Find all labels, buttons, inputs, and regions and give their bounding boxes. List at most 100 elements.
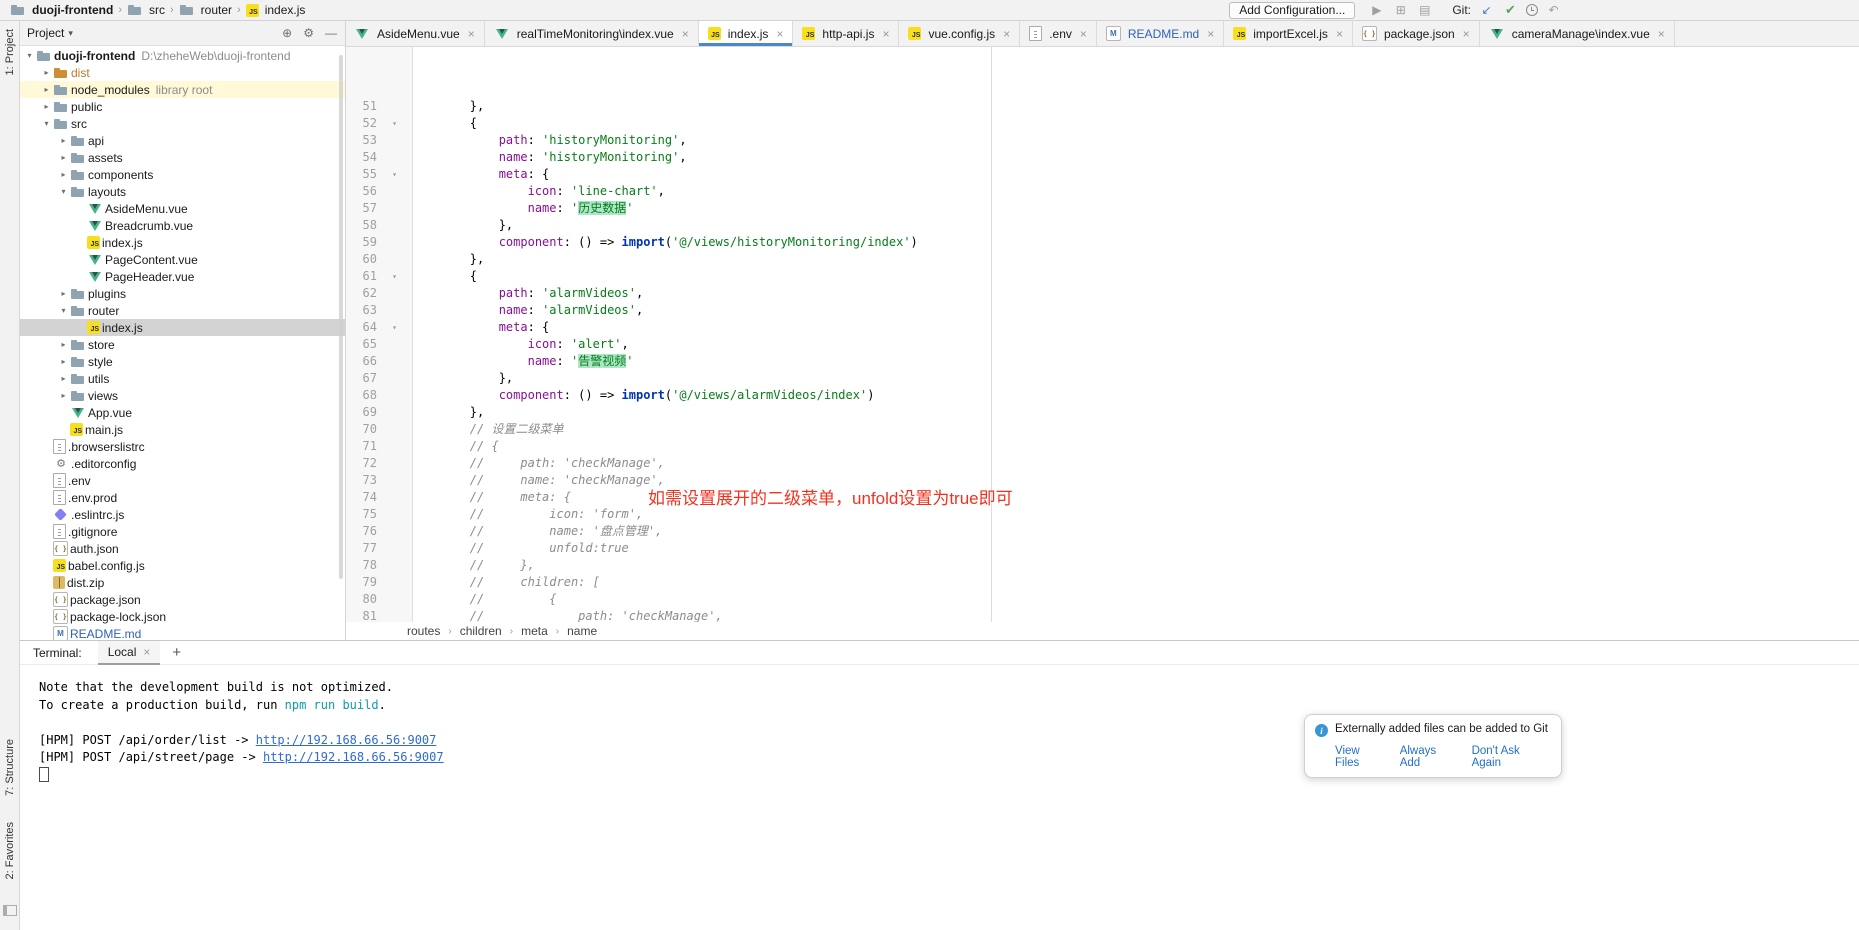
tree-row[interactable]: ▸assets [19, 149, 345, 166]
tree-row[interactable]: dist.zip [19, 574, 345, 591]
tab-close-icon[interactable]: × [776, 27, 783, 41]
editor-tab[interactable]: package.json× [1353, 21, 1480, 46]
editor-tab[interactable]: importExcel.js× [1224, 21, 1353, 46]
editor-tab[interactable]: vue.config.js× [899, 21, 1020, 46]
fold-icon[interactable]: ▾ [377, 319, 412, 336]
tree-chevron-icon[interactable]: ▾ [40, 119, 53, 128]
tree-row[interactable]: ▸store [19, 336, 345, 353]
editor-tab[interactable]: AsideMenu.vue× [345, 21, 485, 46]
tree-row[interactable]: ▾router [19, 302, 345, 319]
tree-chevron-icon[interactable]: ▾ [57, 187, 70, 196]
tree-row[interactable]: PageContent.vue [19, 251, 345, 268]
tree-row[interactable]: ▸components [19, 166, 345, 183]
terminal-output[interactable]: Note that the development build is not o… [19, 665, 1859, 930]
tree-row[interactable]: .browserslistrc [19, 438, 345, 455]
tree-row[interactable]: PageHeader.vue [19, 268, 345, 285]
tree-row[interactable]: package-lock.json [19, 608, 345, 625]
editor-tab[interactable]: cameraManage\index.vue× [1480, 21, 1675, 46]
tree-row[interactable]: ▾layouts [19, 183, 345, 200]
close-icon[interactable]: × [143, 645, 150, 659]
tree-row[interactable]: ▸public [19, 98, 345, 115]
breadcrumb-item[interactable]: name [567, 624, 597, 638]
tree-chevron-icon[interactable]: ▸ [57, 136, 70, 145]
notification-action[interactable]: Always Add [1400, 745, 1459, 769]
breadcrumb-item[interactable]: meta [521, 624, 548, 638]
tab-close-icon[interactable]: × [1207, 27, 1214, 41]
tree-row[interactable]: ▸style [19, 353, 345, 370]
fold-icon[interactable]: ▾ [377, 115, 412, 132]
tab-close-icon[interactable]: × [682, 27, 689, 41]
structure-stripe-button[interactable]: 7: Structure [4, 739, 16, 796]
tree-row[interactable]: package.json [19, 591, 345, 608]
tree-chevron-icon[interactable]: ▸ [57, 153, 70, 162]
run-icon[interactable]: ▶ [1368, 3, 1385, 17]
editor-tab[interactable]: index.js× [699, 21, 794, 46]
fold-icon[interactable]: ▾ [377, 268, 412, 285]
tool-window-switcher-icon[interactable] [3, 905, 17, 916]
tree-row[interactable]: ▸views [19, 387, 345, 404]
terminal-tab-local[interactable]: Local × [98, 641, 161, 665]
breadcrumb-item[interactable]: src [125, 3, 167, 17]
fold-icon[interactable]: ▾ [377, 166, 412, 183]
tree-row[interactable]: babel.config.js [19, 557, 345, 574]
build-icon[interactable]: ⊞ [1392, 3, 1409, 17]
tree-row[interactable]: AsideMenu.vue [19, 200, 345, 217]
tree-chevron-icon[interactable]: ▸ [40, 68, 53, 77]
tree-row[interactable]: index.js [19, 319, 345, 336]
tab-close-icon[interactable]: × [1463, 27, 1470, 41]
tree-chevron-icon[interactable]: ▸ [57, 357, 70, 366]
tree-chevron-icon[interactable]: ▸ [57, 391, 70, 400]
breadcrumb-item[interactable]: children [460, 624, 502, 638]
editor-tab[interactable]: README.md× [1097, 21, 1224, 46]
git-commit-icon[interactable]: ✔ [1502, 2, 1519, 18]
tab-close-icon[interactable]: × [1658, 27, 1665, 41]
settings-icon[interactable]: ⚙ [303, 26, 314, 40]
tree-chevron-icon[interactable]: ▾ [57, 306, 70, 315]
project-panel-title[interactable]: Project [27, 26, 64, 40]
tree-row[interactable]: ▸node_moduleslibrary root [19, 81, 345, 98]
tree-row[interactable]: main.js [19, 421, 345, 438]
history-icon[interactable] [1526, 4, 1538, 16]
terminal-cursor[interactable] [39, 767, 49, 782]
code-editor[interactable]: 51 },52▾ {53 path: 'historyMonitoring',5… [345, 47, 1859, 622]
tree-row[interactable]: README.md [19, 625, 345, 640]
tree-row[interactable]: .gitignore [19, 523, 345, 540]
favorites-stripe-button[interactable]: 2: Favorites [4, 822, 16, 879]
tree-row[interactable]: .env.prod [19, 489, 345, 506]
locate-file-icon[interactable]: ⊕ [282, 26, 292, 40]
editor-tab[interactable]: .env× [1020, 21, 1097, 46]
tree-row[interactable]: ▸plugins [19, 285, 345, 302]
tree-row[interactable]: auth.json [19, 540, 345, 557]
breadcrumb-item[interactable]: routes [407, 624, 440, 638]
rollback-icon[interactable]: ↶ [1545, 3, 1562, 17]
editor-tab[interactable]: http-api.js× [793, 21, 899, 46]
tree-row[interactable]: .editorconfig [19, 455, 345, 472]
breadcrumb-item[interactable]: index.js [244, 3, 308, 17]
notification-action[interactable]: View Files [1335, 745, 1387, 769]
tree-chevron-icon[interactable]: ▸ [57, 374, 70, 383]
tree-chevron-icon[interactable]: ▸ [40, 85, 53, 94]
tree-chevron-icon[interactable]: ▾ [23, 51, 36, 60]
tree-chevron-icon[interactable]: ▸ [40, 102, 53, 111]
tree-row[interactable]: ▾duoji-frontendD:\zheheWeb\duoji-fronten… [19, 47, 345, 64]
chevron-down-icon[interactable]: ▾ [68, 28, 73, 39]
tab-close-icon[interactable]: × [1003, 27, 1010, 41]
notification-action[interactable]: Don't Ask Again [1472, 745, 1551, 769]
tree-row[interactable]: Breadcrumb.vue [19, 217, 345, 234]
add-configuration-button[interactable]: Add Configuration... [1229, 2, 1355, 19]
tab-close-icon[interactable]: × [468, 27, 475, 41]
tree-chevron-icon[interactable]: ▸ [57, 340, 70, 349]
scrollbar[interactable] [339, 55, 343, 579]
tab-close-icon[interactable]: × [882, 27, 889, 41]
tree-chevron-icon[interactable]: ▸ [57, 170, 70, 179]
tree-row[interactable]: ▾src [19, 115, 345, 132]
tree-row[interactable]: App.vue [19, 404, 345, 421]
editor-tab[interactable]: realTimeMonitoring\index.vue× [485, 21, 699, 46]
breadcrumb-item[interactable]: duoji-frontend [8, 3, 115, 17]
tree-row[interactable]: .env [19, 472, 345, 489]
tree-row[interactable]: ▸utils [19, 370, 345, 387]
tree-row[interactable]: .eslintrc.js [19, 506, 345, 523]
project-stripe-button[interactable]: 1: Project [4, 29, 16, 75]
tab-close-icon[interactable]: × [1336, 27, 1343, 41]
terminal-link[interactable]: http://192.168.66.56:9007 [263, 750, 444, 764]
